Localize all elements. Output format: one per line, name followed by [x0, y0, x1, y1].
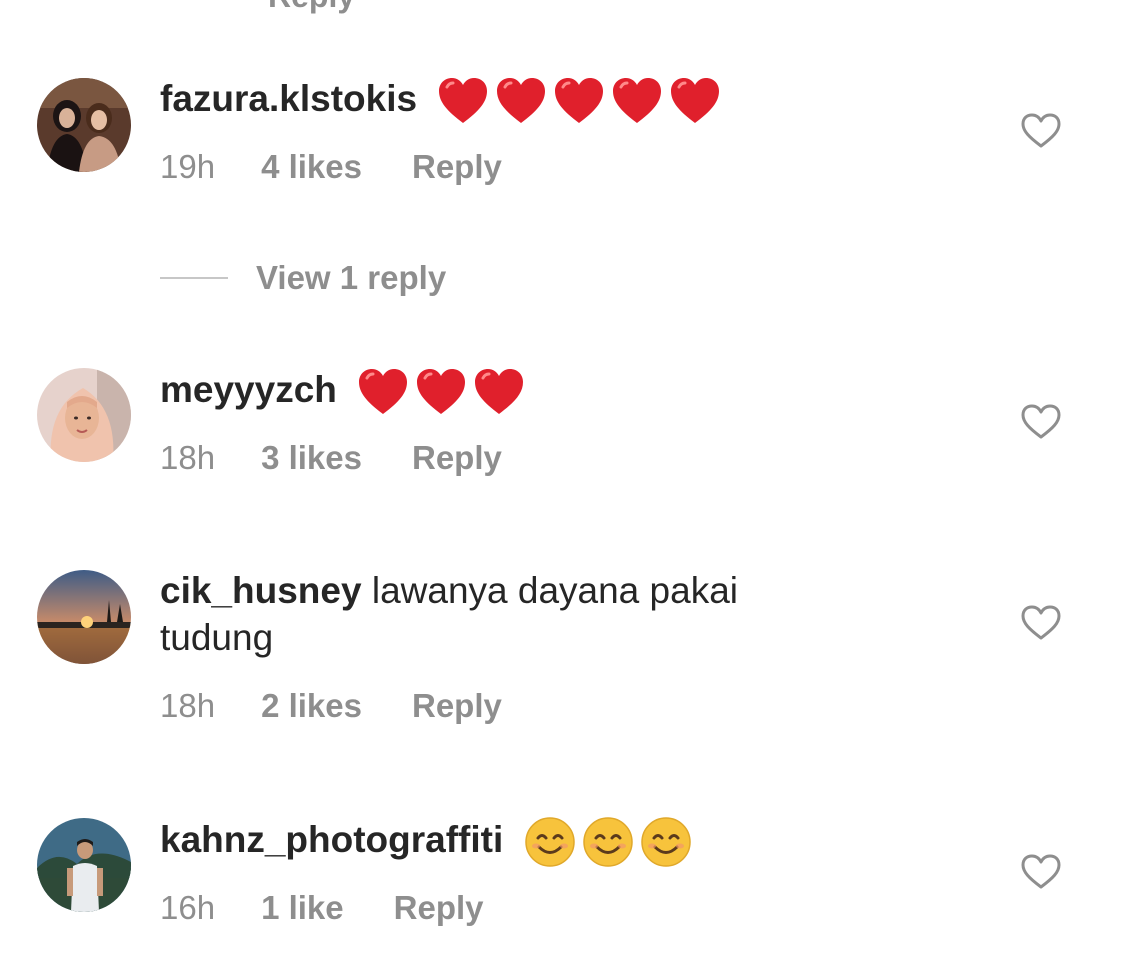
comment-meta: 18h 3 likes Reply	[160, 439, 502, 477]
comment-body: meyyyzch	[160, 366, 860, 416]
reply-button[interactable]: Reply	[412, 439, 502, 477]
avatar-two-women-photo-icon	[37, 78, 131, 172]
red-heart-emoji-icon	[553, 77, 605, 125]
reply-button[interactable]: Reply	[412, 687, 502, 725]
emoji-row	[431, 78, 721, 124]
avatar[interactable]	[37, 570, 131, 664]
comment-timestamp: 18h	[160, 687, 216, 724]
red-heart-emoji-icon	[611, 77, 663, 125]
replies-divider-line	[160, 277, 228, 279]
comment-likes-count[interactable]: 1 like	[261, 889, 344, 927]
comment-timestamp: 16h	[160, 889, 216, 926]
red-heart-emoji-icon	[669, 77, 721, 125]
comment-username[interactable]: cik_husney	[160, 570, 362, 611]
comment-username[interactable]: kahnz_photograffiti	[160, 819, 503, 860]
avatar-sunset-photo-icon	[37, 570, 131, 664]
heart-outline-icon	[1021, 854, 1061, 889]
heart-outline-icon	[1021, 605, 1061, 640]
avatar-man-photo-icon	[37, 818, 131, 912]
red-heart-emoji-icon	[473, 368, 525, 416]
like-heart-button[interactable]	[1021, 605, 1061, 641]
smiling-face-emoji-icon	[582, 816, 634, 868]
red-heart-emoji-icon	[357, 368, 409, 416]
comment-body: kahnz_photograffiti	[160, 816, 860, 868]
comment-body: cik_husney lawanya dayana pakai tudung	[160, 567, 860, 661]
comment-likes-count[interactable]: 2 likes	[261, 687, 362, 725]
reply-button[interactable]: Reply	[412, 148, 502, 186]
emoji-row	[351, 369, 525, 415]
view-replies-label[interactable]: View 1 reply	[256, 259, 446, 297]
comment-timestamp: 19h	[160, 148, 216, 185]
comment-username[interactable]: fazura.klstokis	[160, 78, 417, 119]
comment-meta: 16h 1 like Reply	[160, 889, 484, 927]
reply-button[interactable]: Reply	[394, 889, 484, 927]
red-heart-emoji-icon	[437, 77, 489, 125]
avatar-woman-hijab-photo-icon	[37, 368, 131, 462]
comment-meta: 19h 4 likes Reply	[160, 148, 502, 186]
heart-outline-icon	[1021, 404, 1061, 439]
avatar[interactable]	[37, 818, 131, 912]
heart-outline-icon	[1021, 113, 1061, 148]
comment-likes-count[interactable]: 4 likes	[261, 148, 362, 186]
emoji-row	[518, 817, 692, 867]
like-heart-button[interactable]	[1021, 854, 1061, 890]
comment-username[interactable]: meyyyzch	[160, 369, 337, 410]
like-heart-button[interactable]	[1021, 113, 1061, 149]
comment-timestamp: 18h	[160, 439, 216, 476]
comment-body: fazura.klstokis	[160, 75, 860, 125]
view-replies-button[interactable]: View 1 reply	[160, 256, 446, 300]
red-heart-emoji-icon	[415, 368, 467, 416]
like-heart-button[interactable]	[1021, 404, 1061, 440]
comment-meta: 18h 2 likes Reply	[160, 687, 502, 725]
smiling-face-emoji-icon	[640, 816, 692, 868]
smiling-face-emoji-icon	[524, 816, 576, 868]
avatar[interactable]	[37, 368, 131, 462]
avatar[interactable]	[37, 78, 131, 172]
previous-reply-label-fragment[interactable]: Reply	[268, 0, 355, 15]
comment-likes-count[interactable]: 3 likes	[261, 439, 362, 477]
red-heart-emoji-icon	[495, 77, 547, 125]
